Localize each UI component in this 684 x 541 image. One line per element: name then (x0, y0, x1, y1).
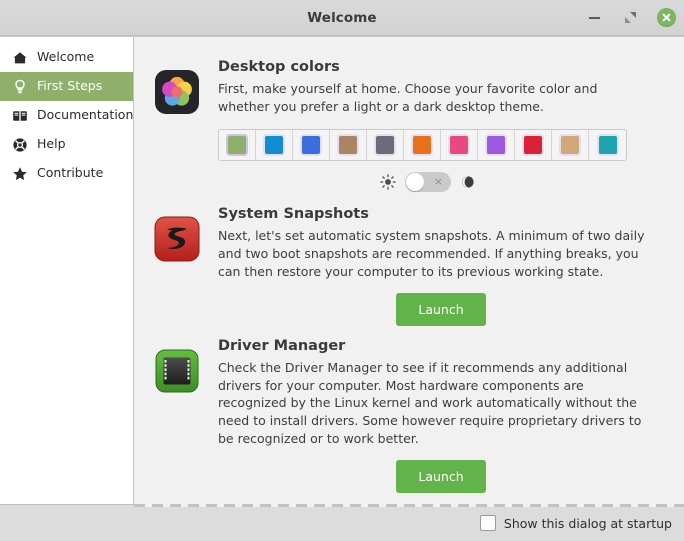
swatch-grey (376, 136, 394, 154)
color-swatch-pink[interactable] (441, 130, 478, 160)
color-swatch-teal[interactable] (589, 130, 626, 160)
sidebar-item-welcome[interactable]: Welcome (0, 43, 133, 72)
show-at-startup-label: Show this dialog at startup (504, 516, 672, 531)
moon-icon (460, 174, 476, 190)
section-title: System Snapshots (218, 206, 664, 223)
lightbulb-icon (12, 79, 28, 95)
launch-driver-manager-button[interactable]: Launch (396, 460, 485, 493)
swatch-red (524, 136, 542, 154)
color-picker-icon (154, 69, 200, 115)
color-swatch-tan[interactable] (552, 130, 589, 160)
window-controls (584, 8, 676, 28)
sun-icon (380, 174, 396, 190)
maximize-button[interactable] (620, 8, 640, 28)
section-title: Driver Manager (218, 338, 664, 355)
swatch-pink (450, 136, 468, 154)
scroll-indicator[interactable] (134, 504, 684, 507)
window-title: Welcome (0, 10, 684, 26)
section-driver-manager: Driver Manager Check the Driver Manager … (154, 338, 664, 493)
color-swatch-brown[interactable] (330, 130, 367, 160)
swatch-purple (487, 136, 505, 154)
section-desktop-colors: Desktop colors First, make yourself at h… (154, 59, 664, 192)
footer-bar: Show this dialog at startup (0, 504, 684, 541)
color-swatch-purple[interactable] (478, 130, 515, 160)
star-icon (12, 166, 28, 182)
swatch-tan (561, 136, 579, 154)
color-swatch-indigo[interactable] (293, 130, 330, 160)
sidebar-item-label: Documentation (37, 109, 133, 122)
swatch-teal (599, 136, 617, 154)
sidebar-item-first-steps[interactable]: First Steps (0, 72, 133, 101)
restore-icon (625, 12, 636, 23)
color-swatch-blue[interactable] (256, 130, 293, 160)
toggle-knob (406, 173, 424, 191)
swatch-blue (265, 136, 283, 154)
show-at-startup-checkbox[interactable] (480, 515, 496, 531)
launch-timeshift-button[interactable]: Launch (396, 293, 485, 326)
welcome-window: Welcome (0, 0, 684, 541)
section-title: Desktop colors (218, 59, 664, 76)
window-body: Welcome First Steps (0, 36, 684, 504)
section-description: Check the Driver Manager to see if it re… (218, 359, 650, 448)
theme-toggle-row: × (218, 172, 664, 192)
content-area: Welcome First Steps (0, 36, 684, 504)
sidebar-item-label: Contribute (37, 167, 103, 180)
timeshift-icon (154, 216, 200, 262)
lifebuoy-icon (12, 137, 28, 153)
home-icon (12, 50, 28, 66)
minimize-button[interactable] (584, 8, 604, 28)
close-button[interactable] (656, 8, 676, 28)
main-panel: Desktop colors First, make yourself at h… (134, 37, 684, 507)
title-bar: Welcome (0, 0, 684, 36)
minimize-icon (589, 17, 600, 19)
section-system-snapshots: System Snapshots Next, let's set automat… (154, 206, 664, 326)
sidebar-item-help[interactable]: Help (0, 130, 133, 159)
sidebar-item-label: Help (37, 138, 66, 151)
sidebar-item-contribute[interactable]: Contribute (0, 159, 133, 188)
color-swatch-red[interactable] (515, 130, 552, 160)
swatch-orange (413, 136, 431, 154)
section-description: Next, let's set automatic system snapsho… (218, 227, 650, 280)
color-swatch-green[interactable] (219, 130, 256, 160)
swatch-indigo (302, 136, 320, 154)
dark-theme-toggle[interactable]: × (405, 172, 451, 192)
sidebar: Welcome First Steps (0, 37, 134, 507)
color-swatch-grey[interactable] (367, 130, 404, 160)
close-icon (657, 8, 676, 27)
swatch-green (228, 136, 246, 154)
section-description: First, make yourself at home. Choose you… (218, 80, 650, 116)
sidebar-item-label: First Steps (37, 80, 102, 93)
sidebar-item-documentation[interactable]: Documentation (0, 101, 133, 130)
toggle-off-mark: × (434, 176, 443, 187)
sidebar-item-label: Welcome (37, 51, 94, 64)
swatch-brown (339, 136, 357, 154)
book-icon (12, 108, 28, 124)
color-palette (218, 129, 627, 161)
color-swatch-orange[interactable] (404, 130, 441, 160)
chip-icon (154, 348, 200, 394)
